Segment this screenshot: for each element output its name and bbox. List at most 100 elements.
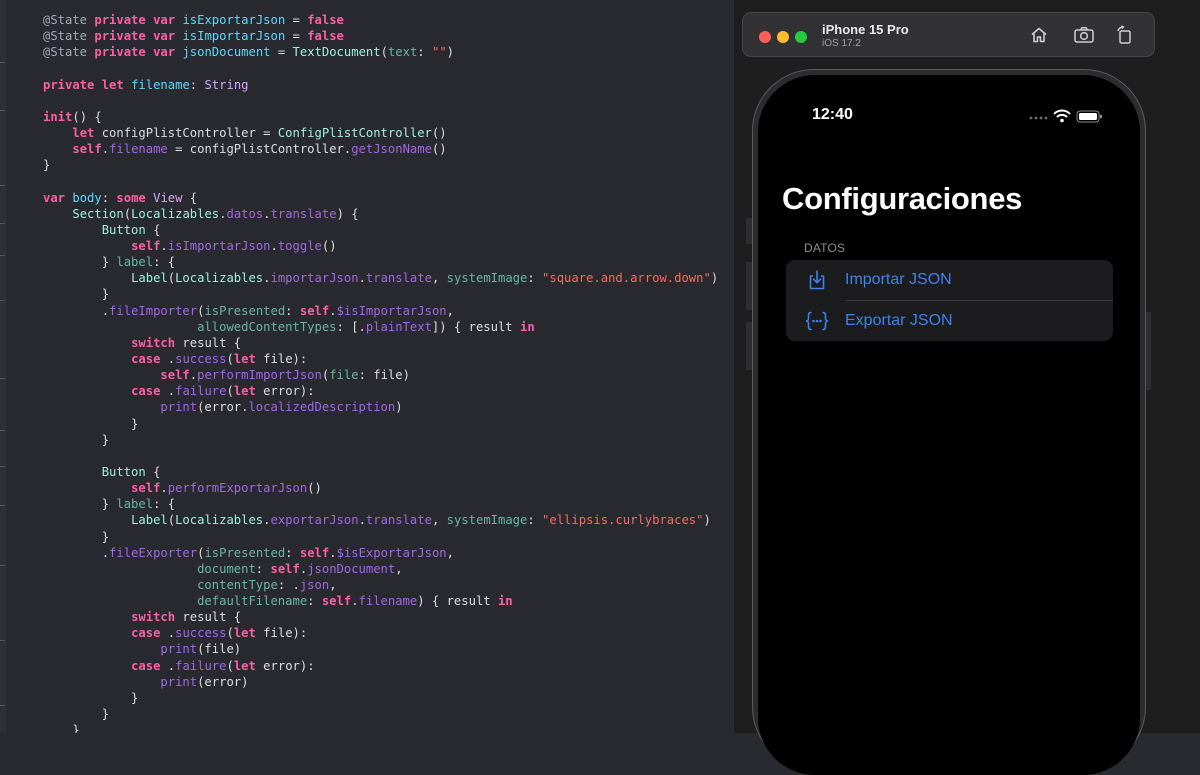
- code-token: defaultFilename: [197, 594, 308, 609]
- importar-json-button[interactable]: Importar JSON: [786, 260, 1113, 300]
- code-token: ]) { result: [431, 319, 520, 334]
- code-token: ): [703, 513, 711, 528]
- code-line: Button {: [43, 464, 718, 480]
- code-token: : [.: [336, 319, 366, 334]
- code-token: .: [263, 513, 271, 528]
- code-token: .: [351, 594, 359, 609]
- code-line: let configPlistController = ConfigPlistC…: [43, 125, 718, 141]
- code-token: ,: [431, 271, 447, 286]
- code-token: case: [131, 351, 161, 366]
- status-bar-icons: [1028, 109, 1108, 123]
- code-line: }: [43, 706, 718, 722]
- code-token: label: [116, 255, 154, 270]
- code-token: {: [182, 190, 198, 205]
- code-token: importarJson: [270, 271, 359, 286]
- code-token: let: [233, 658, 256, 673]
- section-header-datos: DATOS: [804, 241, 846, 255]
- code-token: .: [101, 142, 110, 157]
- code-token: $isExportarJson: [336, 545, 447, 560]
- code-token: .: [189, 368, 198, 383]
- code-line: print(error.localizedDescription): [43, 399, 718, 415]
- code-token: Label: [131, 271, 168, 286]
- code-token: var: [153, 45, 176, 60]
- code-token: }: [43, 529, 110, 544]
- code-token: configPlistController =: [94, 125, 278, 140]
- code-token: translate: [270, 206, 337, 221]
- exportar-json-button[interactable]: Exportar JSON: [786, 301, 1113, 341]
- code-token: @State: [43, 29, 88, 44]
- code-token: Label: [131, 513, 168, 528]
- code-token: .: [329, 303, 337, 318]
- home-button[interactable]: [1029, 25, 1049, 45]
- code-token: allowedContentTypes: [197, 319, 337, 334]
- code-token: false: [307, 13, 344, 27]
- code-token: (: [380, 45, 388, 60]
- code-token: filename: [358, 594, 418, 609]
- code-token: .: [43, 545, 110, 560]
- rotate-button[interactable]: [1115, 25, 1135, 45]
- code-token: :: [285, 545, 300, 560]
- code-token: .: [160, 481, 168, 496]
- code-token: :: [417, 45, 432, 60]
- code-token: (): [321, 238, 337, 253]
- code-line: }: [43, 286, 718, 302]
- code-token: }: [43, 416, 139, 431]
- code-token: : .: [277, 577, 300, 592]
- source-code[interactable]: @State private var isExportarJson = fals…: [43, 12, 718, 733]
- code-token: ): [446, 45, 455, 60]
- code-token: .: [160, 384, 176, 399]
- code-token: Button: [101, 464, 146, 479]
- code-token: }: [43, 255, 117, 270]
- minimize-window-button[interactable]: [777, 31, 789, 43]
- code-line: @State private var isImportarJson = fals…: [43, 28, 718, 44]
- code-token: }: [43, 432, 110, 447]
- code-token: switch: [131, 335, 176, 350]
- code-token: filename: [131, 77, 190, 92]
- code-token: failure: [175, 658, 227, 673]
- code-line: Label(Localizables.importarJson.translat…: [43, 270, 718, 286]
- code-token: systemImage: [446, 271, 528, 286]
- code-token: (): [307, 481, 322, 496]
- code-token: datos: [226, 206, 264, 221]
- code-line: case .failure(let error):: [43, 658, 718, 674]
- close-window-button[interactable]: [759, 31, 771, 43]
- code-token: .: [270, 238, 278, 253]
- code-token: some: [116, 190, 146, 205]
- screenshot-button[interactable]: [1073, 25, 1095, 45]
- code-token: .: [329, 545, 337, 560]
- code-token: translate: [365, 271, 432, 286]
- code-token: }: [43, 690, 139, 705]
- code-token: .: [263, 206, 271, 221]
- code-line: document: self.jsonDocument,: [43, 561, 718, 577]
- code-editor[interactable]: @State private var isExportarJson = fals…: [6, 0, 734, 733]
- code-token: =: [270, 45, 293, 60]
- code-token: let: [72, 125, 95, 140]
- code-line: Label(Localizables.exportarJson.translat…: [43, 512, 718, 528]
- code-token: case: [131, 626, 161, 641]
- code-token: private: [94, 13, 146, 27]
- home-icon: [1031, 27, 1047, 43]
- code-token: {: [145, 222, 161, 237]
- more-dots-icon: [1029, 116, 1048, 120]
- exportar-json-label: Exportar JSON: [845, 312, 953, 329]
- zoom-window-button[interactable]: [795, 31, 807, 43]
- code-token: =: [285, 29, 308, 44]
- code-token: json: [299, 577, 330, 592]
- status-bar-time: 12:40: [812, 106, 853, 123]
- code-token: (error): [197, 674, 249, 689]
- code-token: (: [226, 626, 234, 641]
- phone-screen[interactable]: 12:40 Configuraciones DATOS Importar JSO…: [758, 75, 1140, 775]
- code-token: case: [131, 658, 161, 673]
- code-token: Localizables: [175, 271, 264, 286]
- code-token: $isImportarJson: [336, 303, 447, 318]
- battery-icon: [1076, 110, 1102, 123]
